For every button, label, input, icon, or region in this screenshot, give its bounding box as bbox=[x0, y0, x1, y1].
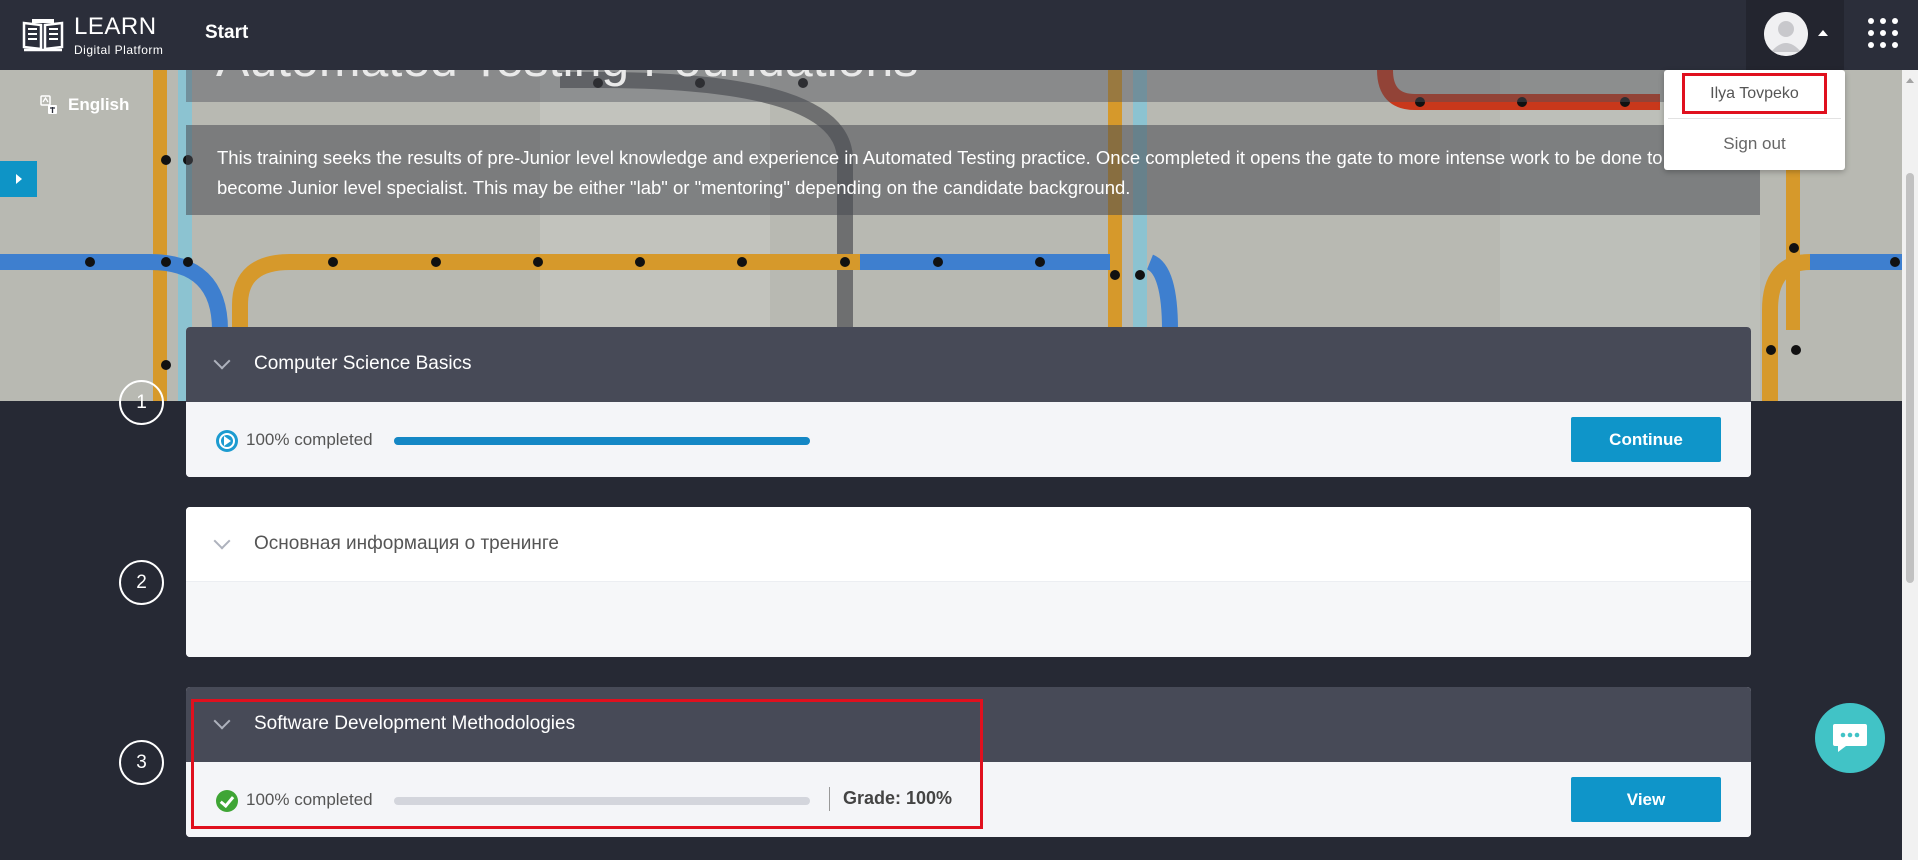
chevron-down-icon[interactable] bbox=[213, 532, 231, 550]
module-header-2[interactable]: Основная информация о тренинге bbox=[186, 507, 1751, 582]
continue-button[interactable]: Continue bbox=[1571, 417, 1721, 462]
annotation-highlight-box bbox=[191, 699, 983, 829]
language-label: English bbox=[68, 95, 130, 114]
menu-divider bbox=[1668, 118, 1841, 119]
brand-logo[interactable]: LEARN Digital Platform bbox=[22, 10, 163, 60]
module-status-1: 100% completed bbox=[246, 430, 373, 449]
user-dropdown-menu: Ilya Tovpeko Sign out bbox=[1664, 70, 1845, 170]
apps-grid-icon[interactable] bbox=[1868, 18, 1898, 48]
chevron-down-icon[interactable] bbox=[213, 352, 231, 370]
brand-subtitle: Digital Platform bbox=[74, 42, 164, 57]
module-card-1: Computer Science Basics 100% completed C… bbox=[186, 327, 1751, 477]
module-body-1: 100% completed Continue bbox=[186, 402, 1751, 477]
module-card-2: Основная информация о тренинге bbox=[186, 507, 1751, 657]
course-title-panel: Automated Testing Foundations bbox=[186, 70, 1762, 102]
user-name-item[interactable]: Ilya Tovpeko bbox=[1682, 73, 1827, 114]
module-number-3: 3 bbox=[119, 740, 164, 785]
module-number-1: 1 bbox=[119, 380, 164, 425]
caret-up-icon bbox=[1818, 30, 1828, 36]
sidebar-toggle-button[interactable] bbox=[0, 161, 37, 197]
view-button[interactable]: View bbox=[1571, 777, 1721, 822]
play-icon bbox=[216, 430, 238, 452]
chat-button[interactable] bbox=[1815, 703, 1885, 773]
nav-start-link[interactable]: Start bbox=[205, 22, 248, 44]
user-menu-toggle[interactable] bbox=[1746, 0, 1844, 70]
sign-out-item[interactable]: Sign out bbox=[1664, 134, 1845, 154]
course-title: Automated Testing Foundations bbox=[216, 70, 918, 88]
course-description: This training seeks the results of pre-J… bbox=[186, 125, 1760, 215]
module-body-2 bbox=[186, 582, 1751, 657]
brand-title: LEARN bbox=[74, 12, 157, 40]
course-description-line-1: This training seeks the results of pre-J… bbox=[217, 147, 1663, 168]
language-selector[interactable]: English bbox=[40, 95, 129, 115]
translate-icon bbox=[40, 95, 57, 114]
scroll-thumb[interactable] bbox=[1906, 173, 1914, 583]
module-header-1[interactable]: Computer Science Basics bbox=[186, 327, 1751, 402]
course-description-line-2: become Junior level specialist. This may… bbox=[217, 177, 1131, 198]
user-avatar-icon[interactable] bbox=[1764, 12, 1808, 56]
module-title-1[interactable]: Computer Science Basics bbox=[254, 353, 472, 375]
top-bar: LEARN Digital Platform Start bbox=[0, 0, 1918, 70]
module-progress-fill-1 bbox=[394, 437, 810, 445]
chat-bubble-icon bbox=[1833, 724, 1867, 752]
open-book-icon bbox=[22, 19, 64, 52]
module-progress-track-1 bbox=[394, 437, 810, 445]
page-scrollbar[interactable] bbox=[1902, 70, 1918, 860]
scroll-up-arrow-icon[interactable] bbox=[1906, 78, 1914, 83]
module-title-2[interactable]: Основная информация о тренинге bbox=[254, 533, 559, 555]
module-number-2: 2 bbox=[119, 560, 164, 605]
